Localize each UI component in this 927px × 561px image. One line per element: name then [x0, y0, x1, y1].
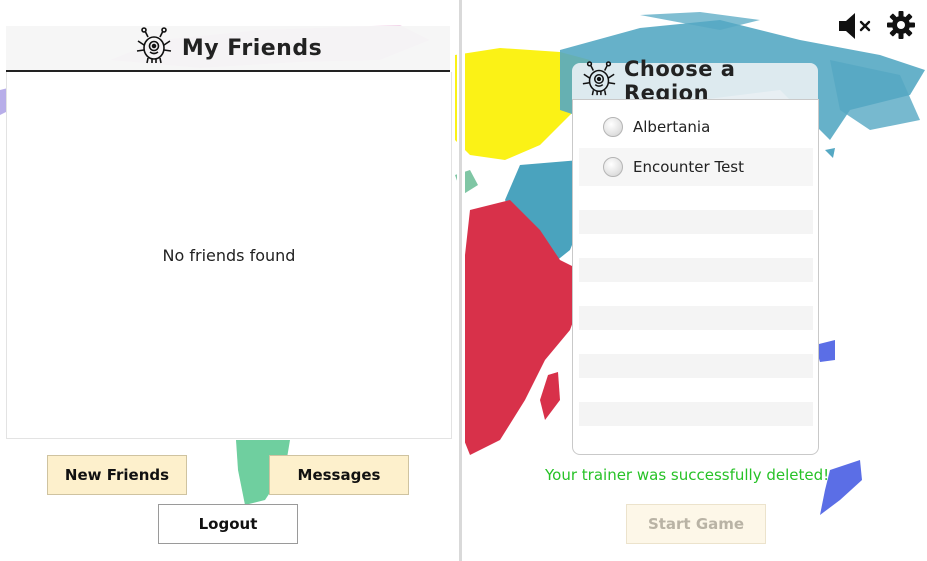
- logout-button[interactable]: Logout: [158, 504, 298, 544]
- region-option[interactable]: Albertania: [579, 108, 813, 146]
- monster-icon: [580, 61, 618, 101]
- new-friends-button[interactable]: New Friends: [47, 455, 187, 495]
- friends-title: My Friends: [181, 35, 323, 61]
- messages-button[interactable]: Messages: [269, 455, 409, 495]
- friends-list[interactable]: No friends found: [6, 72, 452, 439]
- status-message: Your trainer was successfully deleted!: [545, 466, 830, 484]
- gear-icon[interactable]: [885, 8, 917, 46]
- region-list: Albertania Encounter Test: [572, 99, 819, 455]
- radio-button[interactable]: [603, 157, 623, 177]
- region-header: Choose a Region: [572, 57, 818, 105]
- friends-empty-text: No friends found: [162, 245, 296, 265]
- empty-row: [579, 258, 813, 282]
- empty-row: [579, 210, 813, 234]
- empty-row: [579, 402, 813, 426]
- mute-icon[interactable]: [835, 8, 875, 48]
- region-title: Choose a Region: [624, 57, 736, 105]
- friends-header: My Friends: [6, 26, 450, 72]
- panel-divider: [457, 0, 465, 561]
- start-game-button[interactable]: Start Game: [626, 504, 766, 544]
- region-option-label: Albertania: [633, 118, 711, 136]
- empty-row: [579, 306, 813, 330]
- region-option-label: Encounter Test: [633, 158, 745, 176]
- empty-row: [579, 354, 813, 378]
- region-option[interactable]: Encounter Test: [579, 148, 813, 186]
- radio-button[interactable]: [603, 117, 623, 137]
- monster-icon: [134, 27, 174, 69]
